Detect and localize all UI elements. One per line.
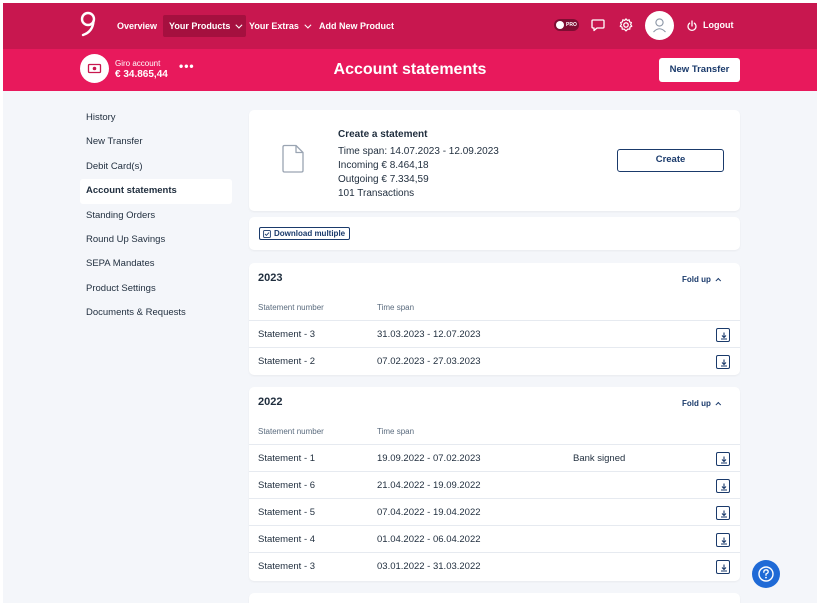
chevron-up-icon xyxy=(715,401,722,408)
year-title: 2023 xyxy=(258,272,283,284)
table-row[interactable]: Statement - 1 19.09.2022 - 07.02.2023 Ba… xyxy=(249,444,740,471)
table-row[interactable]: Statement - 4 01.04.2022 - 06.04.2022 xyxy=(249,525,740,552)
nav-your-products-label: Your Products xyxy=(169,21,231,31)
nav-add-new-product[interactable]: Add New Product xyxy=(313,15,400,37)
download-icon[interactable] xyxy=(716,479,730,493)
user-icon xyxy=(653,18,666,33)
question-icon xyxy=(758,566,774,582)
download-icon[interactable] xyxy=(716,355,730,369)
statement-transactions: 101 Transactions xyxy=(338,188,415,199)
table-row[interactable]: Statement - 3 31.03.2023 - 12.07.2023 xyxy=(249,320,740,347)
sidebar-item-product-settings[interactable]: Product Settings xyxy=(80,277,232,301)
logout-button[interactable]: Logout xyxy=(686,17,734,33)
statement-time-span: 21.04.2022 - 19.09.2022 xyxy=(377,480,481,491)
create-statement-title: Create a statement xyxy=(338,129,428,140)
fold-up-label: Fold up xyxy=(682,399,711,408)
statement-time-span: 19.09.2022 - 07.02.2023 xyxy=(377,453,481,464)
table-row[interactable]: Statement - 6 21.04.2022 - 19.09.2022 xyxy=(249,471,740,498)
fold-up-label: Fold up xyxy=(682,275,711,284)
statement-time-span: 01.04.2022 - 06.04.2022 xyxy=(377,534,481,545)
bank-signed-label: Bank signed xyxy=(573,453,626,464)
statement-incoming: Incoming € 8.464,18 xyxy=(338,160,429,171)
table-row[interactable]: Statement - 5 07.04.2022 - 19.04.2022 xyxy=(249,498,740,525)
fold-up-toggle[interactable]: Fold up xyxy=(682,399,722,408)
download-icon[interactable] xyxy=(716,506,730,520)
download-multiple-button[interactable]: Download multiple xyxy=(259,227,351,240)
statement-time-span: 31.03.2023 - 12.07.2023 xyxy=(377,329,481,340)
gear-icon[interactable] xyxy=(618,17,634,33)
statement-time-span: Time span: 14.07.2023 - 12.09.2023 xyxy=(338,146,499,157)
table-row[interactable]: Statement - 3 03.01.2022 - 31.03.2022 xyxy=(249,552,740,579)
download-icon[interactable] xyxy=(716,452,730,466)
statement-name: Statement - 4 xyxy=(258,534,316,545)
statement-name: Statement - 5 xyxy=(258,507,316,518)
sidebar-item-debit-cards[interactable]: Debit Card(s) xyxy=(80,155,232,179)
statement-time-span: 07.02.2023 - 27.03.2023 xyxy=(377,356,481,367)
statement-name: Statement - 2 xyxy=(258,356,316,367)
chevron-down-icon xyxy=(304,21,312,29)
sidebar-item-account-statements[interactable]: Account statements xyxy=(80,179,232,204)
column-header-time-span: Time span xyxy=(377,303,415,312)
nav-overview-label: Overview xyxy=(117,21,158,31)
account-header: Giro account € 34.865,44 ••• Account sta… xyxy=(3,49,817,91)
power-icon xyxy=(687,19,697,31)
year-section-2023: 2023 Fold up Statement number Time span … xyxy=(249,263,740,375)
download-multiple-card: Download multiple xyxy=(249,217,740,250)
logout-label: Logout xyxy=(703,20,734,30)
app-frame: Overview Your Products Your Extras Add N… xyxy=(3,3,817,603)
chevron-down-icon xyxy=(235,21,243,29)
statement-outgoing: Outgoing € 7.334,59 xyxy=(338,174,429,185)
download-icon[interactable] xyxy=(716,328,730,342)
statement-name: Statement - 3 xyxy=(258,561,316,572)
column-header-time-span: Time span xyxy=(377,427,415,436)
statement-name: Statement - 6 xyxy=(258,480,316,491)
nav-your-extras[interactable]: Your Extras xyxy=(243,15,315,37)
statement-time-span: 03.01.2022 - 31.03.2022 xyxy=(377,561,481,572)
avatar[interactable] xyxy=(645,11,674,40)
toggle-knob xyxy=(556,21,564,29)
column-header-statement-number: Statement number xyxy=(258,427,324,436)
nav-overview[interactable]: Overview xyxy=(111,15,163,37)
checklist-icon xyxy=(263,230,271,238)
column-header-statement-number: Statement number xyxy=(258,303,324,312)
create-statement-card: Create a statement Time span: 14.07.2023… xyxy=(249,110,740,211)
pro-label: PRO xyxy=(566,22,577,28)
fold-up-toggle[interactable]: Fold up xyxy=(682,275,722,284)
statement-name: Statement - 3 xyxy=(258,329,316,340)
year-section-next xyxy=(249,593,740,603)
sidebar-menu: History New Transfer Debit Card(s) Accou… xyxy=(80,106,232,326)
chat-icon[interactable] xyxy=(590,17,606,33)
top-navigation: Overview Your Products Your Extras Add N… xyxy=(3,3,817,49)
nav-your-extras-label: Your Extras xyxy=(249,21,299,31)
year-title: 2022 xyxy=(258,396,283,408)
brand-logo[interactable] xyxy=(79,11,97,39)
document-icon xyxy=(282,144,304,173)
sidebar-item-round-up-savings[interactable]: Round Up Savings xyxy=(80,228,232,252)
sidebar-item-sepa-mandates[interactable]: SEPA Mandates xyxy=(80,252,232,276)
statement-name: Statement - 1 xyxy=(258,453,316,464)
pro-toggle[interactable]: PRO xyxy=(554,19,579,31)
sidebar-item-standing-orders[interactable]: Standing Orders xyxy=(80,204,232,228)
help-button[interactable] xyxy=(752,560,780,588)
download-icon[interactable] xyxy=(716,533,730,547)
statement-time-span: 07.04.2022 - 19.04.2022 xyxy=(377,507,481,518)
download-multiple-label: Download multiple xyxy=(274,229,346,238)
download-icon[interactable] xyxy=(716,560,730,574)
nav-your-products[interactable]: Your Products xyxy=(163,15,247,37)
year-section-2022: 2022 Fold up Statement number Time span … xyxy=(249,387,740,581)
sidebar-item-documents-requests[interactable]: Documents & Requests xyxy=(80,301,232,325)
create-statement-button[interactable]: Create xyxy=(617,149,724,172)
new-transfer-button[interactable]: New Transfer xyxy=(659,58,740,82)
sidebar-item-history[interactable]: History xyxy=(80,106,232,130)
sidebar-item-new-transfer[interactable]: New Transfer xyxy=(80,130,232,154)
chevron-up-icon xyxy=(715,277,722,284)
table-row[interactable]: Statement - 2 07.02.2023 - 27.03.2023 xyxy=(249,347,740,374)
nav-add-new-product-label: Add New Product xyxy=(319,21,395,31)
